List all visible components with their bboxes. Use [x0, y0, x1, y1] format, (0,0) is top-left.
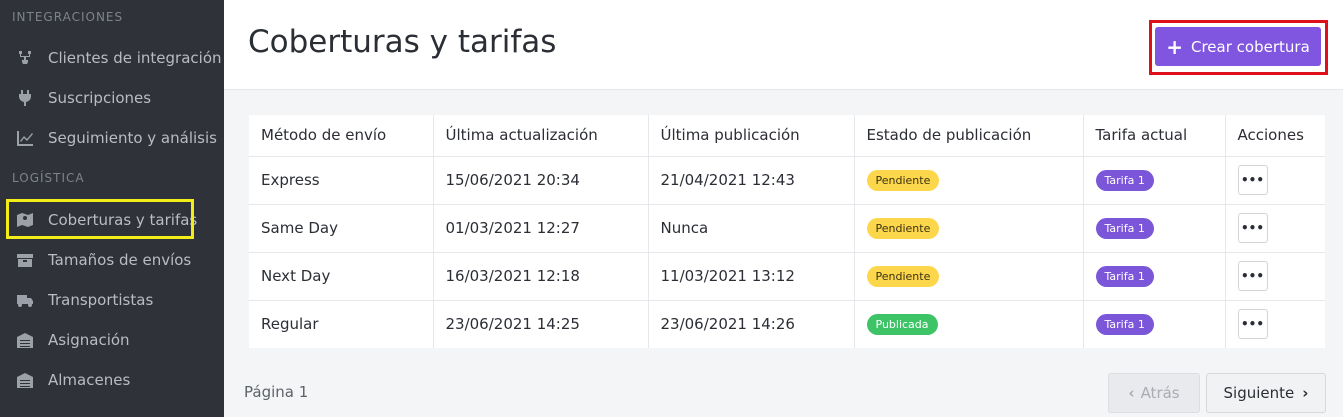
coverage-table: Método de envío Última actualización Últ… — [249, 115, 1325, 348]
create-coverage-label: Crear cobertura — [1191, 37, 1310, 56]
status-badge: Publicada — [866, 313, 938, 335]
more-dots-icon: ••• — [1240, 269, 1264, 283]
updated-cell: 16/03/2021 12:18 — [433, 252, 649, 301]
sidebar-item-almacenes[interactable]: Almacenes — [0, 362, 224, 398]
published-cell: 23/06/2021 14:26 — [648, 300, 855, 348]
prev-page-button[interactable]: ‹ Atrás — [1108, 373, 1200, 413]
sidebar-item-label: Almacenes — [48, 371, 131, 389]
column-header: Última actualización — [433, 115, 649, 157]
more-dots-icon: ••• — [1240, 317, 1264, 332]
status-badge: Pendiente — [866, 217, 940, 239]
box-icon — [16, 251, 34, 269]
published-cell: 11/03/2021 13:12 — [648, 252, 855, 301]
warehouse-icon — [16, 331, 34, 349]
method-cell: Regular — [249, 300, 434, 348]
sidebar-item-label: Clientes de integración — [48, 49, 222, 67]
table-row: Next Day 16/03/2021 12:18 11/03/2021 13:… — [249, 252, 1325, 301]
column-header: Acciones — [1225, 115, 1325, 157]
sidebar-item-label: Tamaños de envíos — [48, 251, 192, 269]
plug-network-icon — [16, 49, 34, 67]
updated-cell: 15/06/2021 20:34 — [433, 156, 649, 205]
sidebar-item-label: Transportistas — [48, 291, 154, 309]
more-dots-icon: ••• — [1240, 173, 1264, 187]
table-header-row: Método de envío Última actualización Últ… — [249, 115, 1325, 157]
page-header: Coberturas y tarifas + Crear cobertura — [224, 0, 1343, 90]
tariff-badge[interactable]: Tarifa 1 — [1095, 217, 1154, 239]
column-header: Estado de publicación — [854, 115, 1084, 157]
sidebar-item-tamanos[interactable]: Tamaños de envíos — [0, 242, 224, 278]
next-page-button[interactable]: Siguiente › — [1206, 373, 1326, 413]
sidebar-item-label: Asignación — [48, 331, 130, 349]
published-cell: 21/04/2021 12:43 — [648, 156, 855, 205]
sidebar-item-clientes-integracion[interactable]: Clientes de integración — [0, 40, 224, 76]
more-dots-icon: ••• — [1240, 221, 1264, 235]
column-header: Última publicación — [648, 115, 855, 157]
plus-icon: + — [1166, 34, 1183, 59]
method-cell: Same Day — [249, 204, 434, 253]
tariff-badge[interactable]: Tarifa 1 — [1095, 313, 1154, 335]
highlight-outline — [6, 199, 194, 239]
chevron-left-icon: ‹ — [1128, 384, 1135, 402]
sidebar-item-label: Suscripciones — [48, 89, 152, 107]
updated-cell: 01/03/2021 12:27 — [433, 204, 649, 253]
create-coverage-button[interactable]: + Crear cobertura — [1155, 27, 1321, 66]
sidebar-item-suscripciones[interactable]: Suscripciones — [0, 80, 224, 116]
actions-menu-button[interactable]: ••• — [1237, 213, 1268, 243]
published-cell: Nunca — [648, 204, 855, 253]
column-header: Método de envío — [249, 115, 434, 157]
sidebar-section-title: LOGÍSTICA — [12, 171, 85, 185]
actions-menu-button[interactable]: ••• — [1237, 165, 1268, 195]
next-page-label: Siguiente — [1223, 384, 1295, 402]
sidebar-item-transportistas[interactable]: Transportistas — [0, 282, 224, 318]
actions-menu-button[interactable]: ••• — [1237, 309, 1268, 340]
table-row: Express 15/06/2021 20:34 21/04/2021 12:4… — [249, 156, 1325, 205]
sidebar: INTEGRACIONES Clientes de integración Su… — [0, 0, 224, 417]
chevron-right-icon: › — [1302, 384, 1309, 402]
tariff-badge[interactable]: Tarifa 1 — [1095, 265, 1154, 287]
column-header: Tarifa actual — [1083, 115, 1226, 157]
status-badge: Pendiente — [866, 265, 940, 287]
page-title: Coberturas y tarifas — [248, 24, 557, 60]
updated-cell: 23/06/2021 14:25 — [433, 300, 649, 348]
prev-page-label: Atrás — [1140, 384, 1180, 402]
sidebar-section-title: INTEGRACIONES — [12, 10, 124, 24]
method-cell: Next Day — [249, 252, 434, 301]
sidebar-item-asignacion[interactable]: Asignación — [0, 322, 224, 358]
warehouse-icon — [16, 371, 34, 389]
actions-menu-button[interactable]: ••• — [1237, 261, 1268, 291]
status-badge: Pendiente — [866, 169, 940, 191]
method-cell: Express — [249, 156, 434, 205]
sidebar-item-label: Seguimiento y análisis — [48, 129, 217, 147]
plug-icon — [16, 89, 34, 107]
tariff-badge[interactable]: Tarifa 1 — [1095, 169, 1154, 191]
chart-line-icon — [16, 129, 34, 147]
truck-icon — [16, 291, 34, 309]
sidebar-item-seguimiento[interactable]: Seguimiento y análisis — [0, 120, 224, 156]
page-indicator: Página 1 — [244, 383, 309, 401]
table-row: Same Day 01/03/2021 12:27 Nunca Pendient… — [249, 204, 1325, 253]
table-row: Regular 23/06/2021 14:25 23/06/2021 14:2… — [249, 300, 1325, 348]
